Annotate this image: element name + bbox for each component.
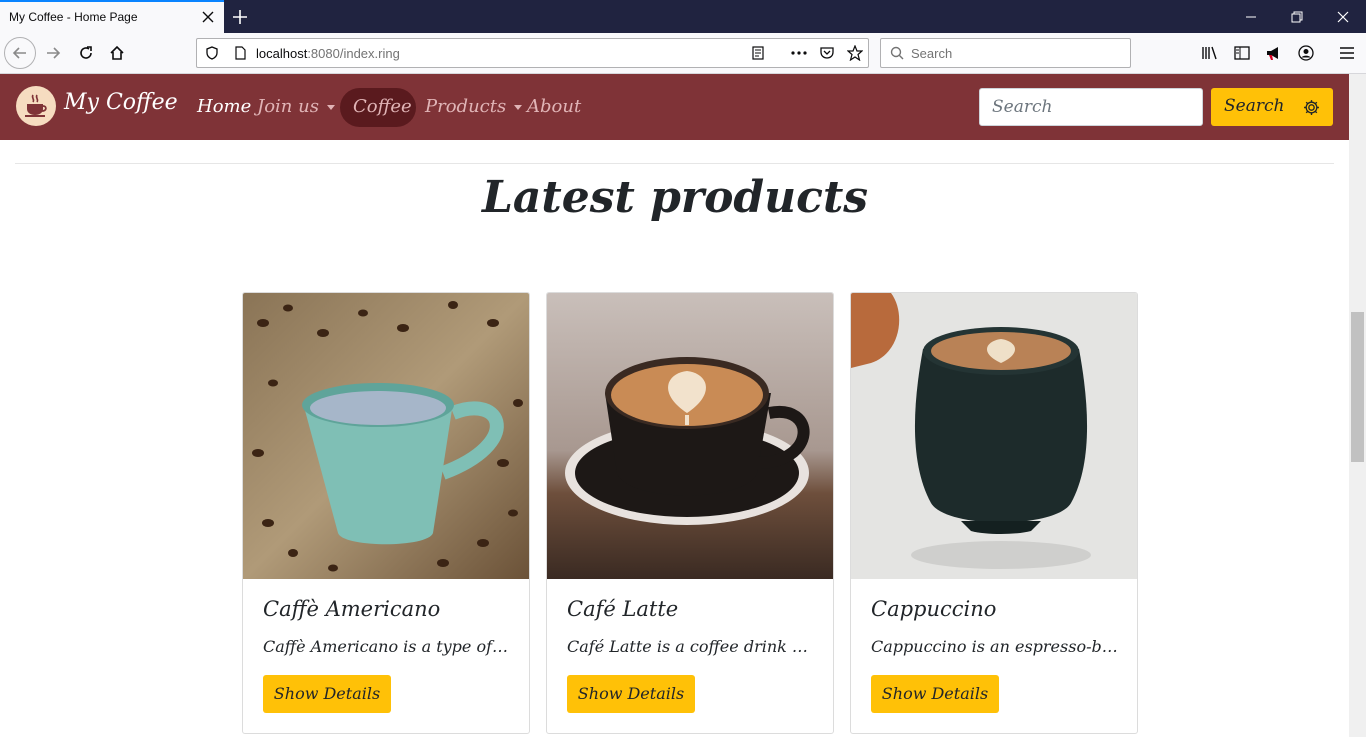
close-tab-icon[interactable] [200, 9, 216, 25]
site-search-input[interactable]: Search [979, 88, 1203, 126]
more-actions-icon[interactable] [790, 46, 808, 60]
home-icon[interactable] [106, 42, 128, 64]
product-description: Café Latte is a coffee drink made [567, 637, 815, 656]
back-button[interactable] [4, 37, 36, 69]
page-scrollbar[interactable] [1349, 74, 1366, 737]
new-tab-icon[interactable] [229, 6, 251, 28]
browser-search-placeholder: Search [911, 46, 953, 61]
product-image-americano [243, 293, 529, 579]
nav-home[interactable]: Home [197, 96, 251, 117]
pocket-icon[interactable] [819, 46, 835, 60]
browser-tab[interactable]: My Coffee - Home Page [0, 0, 224, 33]
shield-icon[interactable] [205, 46, 219, 60]
product-title: Café Latte [567, 597, 679, 621]
site-search-button[interactable]: Search [1211, 88, 1333, 126]
sidebar-icon[interactable] [1231, 42, 1253, 64]
reader-view-icon[interactable] [751, 46, 765, 60]
brand-name[interactable]: My Coffee [64, 90, 178, 115]
section-heading: Latest products [481, 172, 869, 223]
product-description: Caffè Americano is a type of coffee [263, 637, 511, 656]
nav-products[interactable]: Products [425, 96, 523, 117]
show-details-button[interactable]: Show Details [263, 675, 391, 713]
browser-search-field[interactable]: Search [880, 38, 1131, 68]
browser-tab-bar: My Coffee - Home Page [0, 0, 1366, 33]
site-search-button-label: Search [1224, 96, 1285, 116]
caret-down-icon [326, 104, 335, 110]
product-image-latte [547, 293, 833, 579]
site-navbar: My Coffee Home Join us Coffee Products A… [0, 74, 1366, 140]
product-description: Cappuccino is an espresso-based [871, 637, 1119, 656]
account-icon[interactable] [1295, 42, 1317, 64]
search-icon [890, 46, 904, 60]
reload-icon[interactable] [75, 42, 97, 64]
tab-title: My Coffee - Home Page [9, 10, 138, 24]
product-card-cappuccino: Cappuccino Cappuccino is an espresso-bas… [850, 292, 1138, 734]
show-details-button[interactable]: Show Details [567, 675, 695, 713]
product-title: Cappuccino [871, 597, 997, 621]
megaphone-icon[interactable] [1263, 42, 1285, 64]
nav-products-label: Products [425, 96, 507, 117]
gear-icon [1304, 100, 1319, 115]
product-title: Caffè Americano [263, 597, 441, 621]
browser-toolbar: localhost:8080/index.ring Search [0, 33, 1366, 74]
divider [15, 163, 1334, 164]
forward-arrow-icon[interactable] [42, 42, 64, 64]
product-card-latte: Café Latte Café Latte is a coffee drink … [546, 292, 834, 734]
hamburger-menu-icon[interactable] [1336, 42, 1358, 64]
nav-join-us[interactable]: Join us [257, 96, 335, 117]
product-card-americano: Caffè Americano Caffè Americano is a typ… [242, 292, 530, 734]
nav-about[interactable]: About [527, 96, 581, 117]
url-text: localhost:8080/index.ring [256, 46, 400, 61]
nav-join-us-label: Join us [257, 96, 319, 117]
back-arrow-icon [12, 47, 26, 59]
restore-icon[interactable] [1274, 0, 1320, 33]
address-bar[interactable]: localhost:8080/index.ring [196, 38, 869, 68]
nav-coffee[interactable]: Coffee [353, 96, 412, 117]
library-icon[interactable] [1199, 42, 1221, 64]
minimize-icon[interactable] [1228, 0, 1274, 33]
bookmark-star-icon[interactable] [847, 45, 863, 61]
close-window-icon[interactable] [1320, 0, 1366, 33]
product-image-cappuccino [851, 293, 1137, 579]
caret-down-icon [514, 104, 523, 110]
scrollbar-thumb[interactable] [1351, 312, 1364, 462]
show-details-button[interactable]: Show Details [871, 675, 999, 713]
coffee-cup-logo-icon[interactable] [16, 86, 56, 126]
page-icon [235, 46, 246, 60]
